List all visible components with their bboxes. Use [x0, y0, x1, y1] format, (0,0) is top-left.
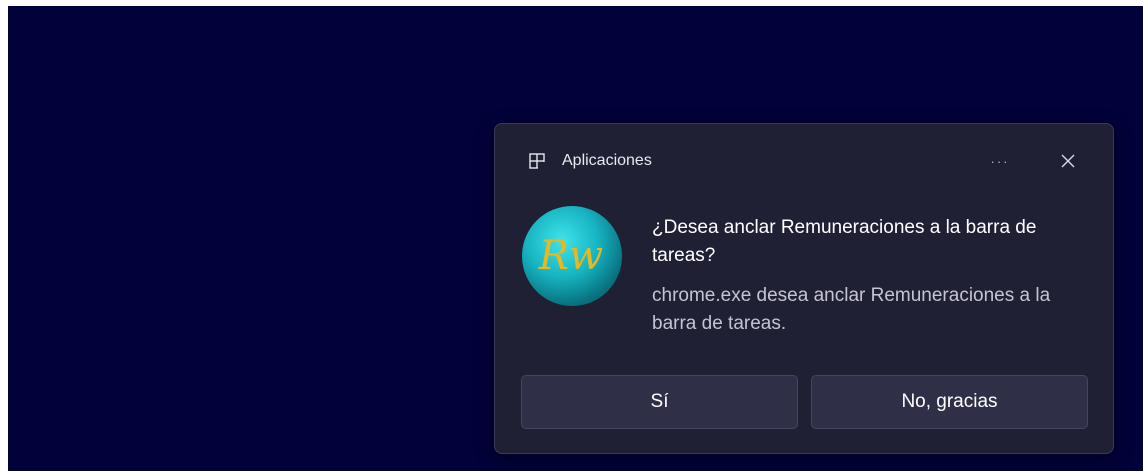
more-options-button[interactable]: ···	[983, 146, 1017, 176]
close-icon	[1061, 154, 1075, 168]
pin-taskbar-notification: Aplicaciones ··· Rw ¿Desea anclar Remune…	[494, 123, 1114, 454]
no-thanks-button-label: No, gracias	[901, 391, 998, 412]
no-thanks-button[interactable]: No, gracias	[811, 375, 1088, 429]
notification-title: ¿Desea anclar Remuneraciones a la barra …	[652, 217, 1037, 266]
more-dots-icon: ···	[990, 153, 1010, 169]
close-button[interactable]	[1053, 146, 1083, 176]
remuneraciones-logo: Rw	[522, 206, 622, 306]
notification-header: Aplicaciones ···	[495, 124, 1113, 198]
yes-button[interactable]: Sí	[521, 375, 798, 429]
logo-text: Rw	[538, 233, 603, 279]
notification-body: chrome.exe desea anclar Remuneraciones a…	[652, 285, 1051, 334]
app-name: Aplicaciones	[562, 152, 652, 169]
yes-button-label: Sí	[650, 391, 669, 412]
apps-grid-icon	[529, 153, 545, 169]
